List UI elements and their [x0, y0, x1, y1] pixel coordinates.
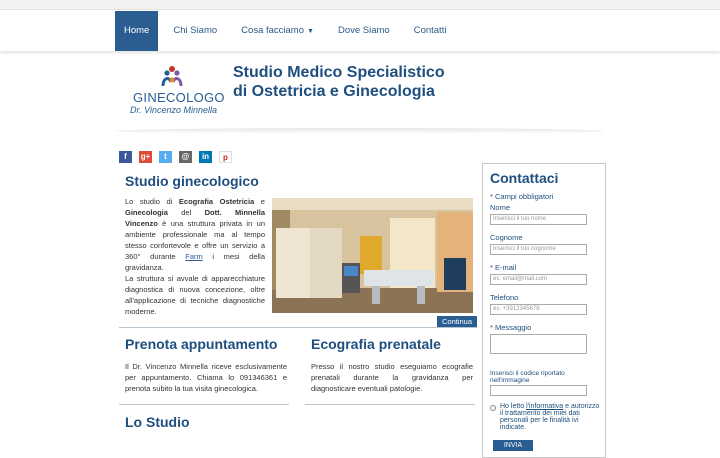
site-title-line2: di Ostetricia e Ginecologia	[233, 83, 435, 100]
google-plus-icon[interactable]: g+	[139, 151, 152, 163]
logo[interactable]: GINECOLOGO Dr. Vincenzo Minnella	[115, 58, 225, 128]
continue-button[interactable]: Continua	[437, 316, 477, 327]
privacy-link[interactable]: l'informativa	[526, 403, 563, 410]
navbar: Home Chi Siamo Cosa facciamo ▼ Dove Siamo…	[0, 11, 720, 51]
nav-cosa-facciamo-label: Cosa facciamo	[241, 25, 305, 36]
message-textarea[interactable]	[490, 334, 587, 354]
intro-text-part: del	[167, 208, 205, 217]
privacy-checkbox[interactable]	[490, 405, 496, 411]
privacy-text-part: Ho letto	[500, 403, 527, 410]
email-label: * E-mail	[490, 263, 517, 272]
captcha-label: Inserisci il codice riportato nell'immag…	[490, 370, 565, 384]
nav-dove-siamo[interactable]: Dove Siamo	[329, 11, 399, 51]
name-input[interactable]: Inserisci il tuo nome	[490, 214, 587, 225]
required-note: * Campi obbligatori	[490, 192, 554, 201]
intro-title: Studio ginecologico	[125, 173, 259, 189]
booking-text: Il Dr. Vincenzo Minnella riceve esclusiv…	[125, 362, 287, 393]
logo-text-title: GINECOLOGO	[133, 90, 225, 105]
nav-contatti[interactable]: Contatti	[405, 11, 456, 51]
send-button[interactable]: INVIA	[493, 440, 533, 451]
privacy-text: Ho letto l'informativa e autorizzo il tr…	[500, 403, 602, 431]
studio-room-image	[272, 198, 473, 313]
logo-text-doctor: Dr. Vincenzo Minnella	[130, 105, 218, 115]
linkedin-icon[interactable]: in	[199, 151, 212, 163]
top-strip	[0, 0, 720, 10]
intro-keyword: Ginecologia	[125, 208, 168, 217]
message-label: * Messaggio	[490, 323, 532, 332]
prenatal-title: Ecografia prenatale	[311, 336, 441, 352]
section-divider	[305, 404, 475, 405]
email-icon[interactable]: @	[179, 151, 192, 163]
twitter-icon[interactable]: t	[159, 151, 172, 163]
social-share-bar: f g+ t @ in p	[119, 151, 239, 163]
intro-text-part: Lo studio di	[125, 197, 179, 206]
studio-title: Lo Studio	[125, 414, 190, 430]
nav-cosa-facciamo[interactable]: Cosa facciamo ▼	[232, 11, 323, 51]
intro-paragraph-1: Lo studio di Ecografia Ostetricia e Gine…	[125, 196, 265, 273]
header-shadow	[115, 128, 605, 134]
main-nav: Home Chi Siamo Cosa facciamo ▼ Dove Siamo…	[115, 11, 461, 51]
site-title: Studio Medico Specialistico di Ostetrici…	[233, 63, 445, 101]
contact-title: Contattaci	[490, 170, 559, 186]
intro-text: Lo studio di Ecografia Ostetricia e Gine…	[125, 196, 265, 317]
name-label: Nome	[490, 203, 511, 212]
nav-home[interactable]: Home	[115, 11, 159, 51]
intro-paragraph-2: La struttura si avvale di apparecchiatur…	[125, 274, 265, 316]
contact-form: Contattaci * Campi obbligatori Nome Inse…	[482, 163, 606, 458]
family-logo-icon	[161, 66, 183, 87]
intro-text-part: e	[254, 197, 265, 206]
phone-label: Telefono	[490, 293, 519, 302]
prenatal-text: Presso il nostro studio eseguiamo ecogra…	[311, 362, 473, 393]
captcha-input[interactable]	[490, 385, 587, 396]
section-divider	[119, 404, 289, 405]
email-input[interactable]: es: email@mail.com	[490, 274, 587, 285]
nav-chi-siamo[interactable]: Chi Siamo	[164, 11, 226, 51]
facebook-icon[interactable]: f	[119, 151, 132, 163]
site-title-line1: Studio Medico Specialistico	[233, 64, 445, 81]
chevron-down-icon: ▼	[307, 28, 314, 35]
booking-title: Prenota appuntamento	[125, 336, 278, 352]
surname-input[interactable]: Inserisci il tuo cognome	[490, 244, 587, 255]
phone-input[interactable]: es: +3912345678	[490, 304, 587, 315]
surname-label: Cognome	[490, 233, 523, 242]
intro-link[interactable]: Farm	[185, 252, 203, 261]
site-header: GINECOLOGO Dr. Vincenzo Minnella Studio …	[115, 58, 605, 128]
intro-keyword: Ecografia Ostetricia	[178, 197, 255, 206]
pinterest-icon[interactable]: p	[219, 151, 232, 163]
section-divider	[119, 327, 477, 328]
studio-photo	[272, 198, 473, 313]
